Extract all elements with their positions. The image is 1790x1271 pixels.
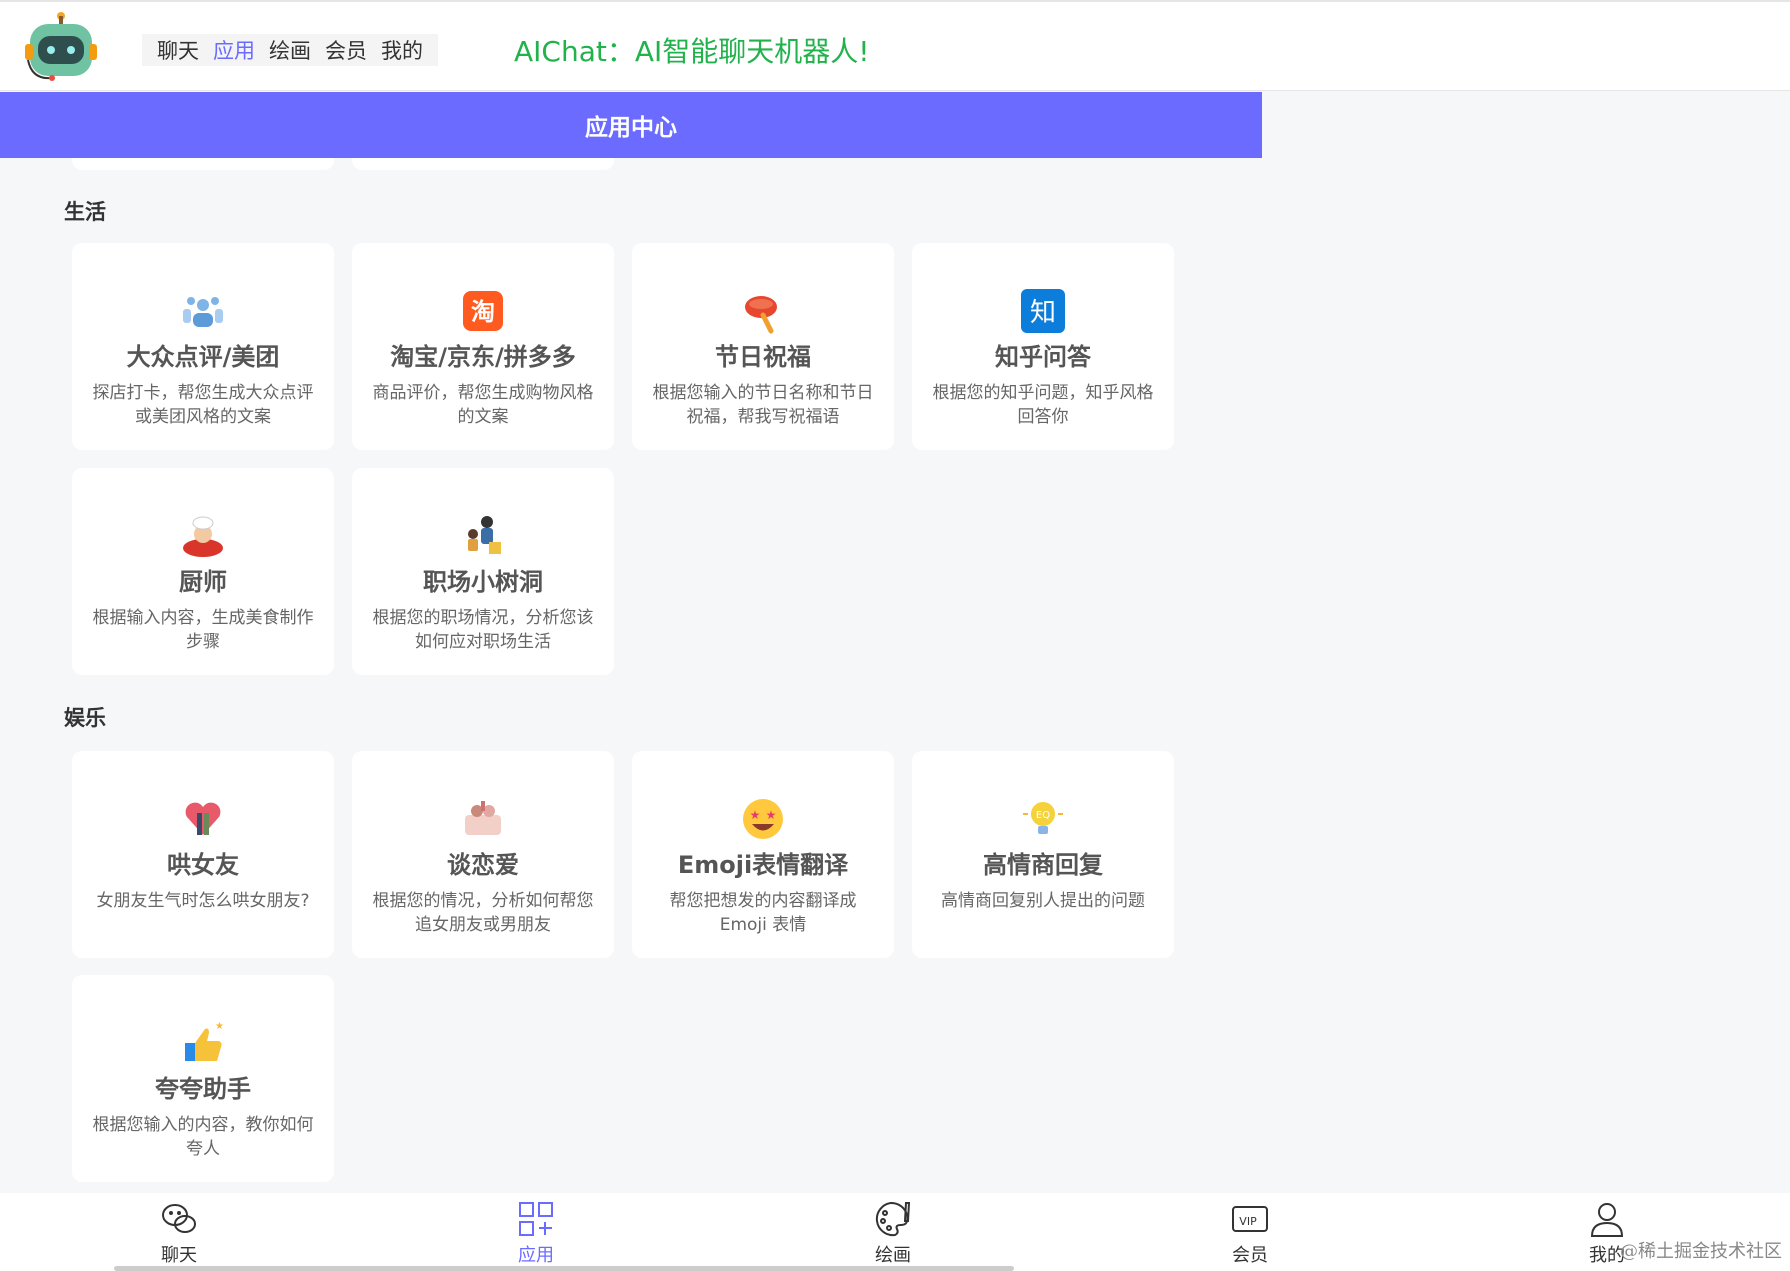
- card-desc: 帮您把想发的内容翻译成 Emoji 表情: [669, 891, 857, 935]
- dating-icon: [465, 801, 501, 835]
- card-remnant: [72, 158, 334, 170]
- card-desc: 探店打卡，帮您生成大众点评或美团风格的文案: [92, 383, 314, 427]
- app-card-dating[interactable]: 谈恋爱 根据您的情况，分析如何帮您追女朋友或男朋友: [352, 751, 614, 958]
- app-card-workplace[interactable]: 职场小树洞 根据您的职场情况，分析您该如何应对职场生活: [352, 468, 614, 675]
- app-card-chef[interactable]: 厨师 根据输入内容，生成美食制作步骤: [72, 468, 334, 675]
- svg-text:★: ★: [750, 808, 761, 822]
- app-card-emoji[interactable]: ★ ★ Emoji表情翻译 帮您把想发的内容翻译成 Emoji 表情: [632, 751, 894, 958]
- emoji-icon: ★ ★: [743, 799, 783, 839]
- card-title: 节日祝福: [715, 343, 811, 371]
- card-title: 哄女友: [167, 851, 239, 879]
- card-desc: 女朋友生气时怎么哄女朋友?: [96, 891, 310, 911]
- app-card-praise[interactable]: ★ 夸夸助手 根据您输入的内容，教你如何夸人: [72, 975, 334, 1182]
- lantern-icon: [745, 296, 777, 334]
- svg-text:EQ: EQ: [1036, 810, 1050, 821]
- top-nav: 聊天 应用 绘画 会员 我的: [142, 34, 438, 66]
- svg-text:知: 知: [1030, 298, 1056, 328]
- top-header: 聊天 应用 绘画 会员 我的 AIChat：AI智能聊天机器人!: [0, 0, 1790, 91]
- app-card-coax-girlfriend[interactable]: 哄女友 女朋友生气时怎么哄女朋友?: [72, 751, 334, 958]
- section-title-life: 生活: [64, 200, 106, 224]
- app-card-festival[interactable]: 节日祝福 根据您输入的节日名称和节日祝福，帮我写祝福语: [632, 243, 894, 450]
- card-title: 知乎问答: [995, 343, 1091, 371]
- card-desc: 根据您的知乎问题，知乎风格回答你: [932, 383, 1154, 427]
- zhihu-icon: 知: [1021, 289, 1065, 333]
- app-card-taobao[interactable]: 淘 淘宝/京东/拼多多 商品评价，帮您生成购物风格的文案: [352, 243, 614, 450]
- bulb-icon: EQ: [1023, 802, 1063, 834]
- top-nav-apps[interactable]: 应用: [213, 35, 255, 65]
- top-nav-chat[interactable]: 聊天: [157, 35, 199, 65]
- svg-text:★: ★: [215, 1021, 224, 1032]
- palette-icon: [875, 1201, 911, 1237]
- robot-logo-icon[interactable]: [22, 10, 100, 86]
- bottom-nav-member[interactable]: VIP 会员: [1210, 1199, 1290, 1267]
- taobao-icon: 淘: [463, 291, 503, 331]
- bottom-nav-label: 会员: [1232, 1245, 1268, 1266]
- review-icon: [183, 297, 223, 327]
- apps-icon: [519, 1202, 553, 1236]
- watermark: @稀土掘金技术社区: [1620, 1241, 1782, 1262]
- card-title: 厨师: [179, 568, 227, 596]
- card-desc: 根据您输入的内容，教你如何夸人: [92, 1115, 314, 1159]
- svg-text:★: ★: [766, 808, 777, 822]
- card-title: 高情商回复: [983, 851, 1103, 879]
- card-remnant: [352, 158, 614, 170]
- card-title: 谈恋爱: [447, 851, 519, 879]
- bottom-nav: 聊天 应用 绘画 VIP 会员 我的: [0, 1193, 1790, 1271]
- bottom-nav-label: 聊天: [161, 1245, 197, 1266]
- bottom-nav-label: 绘画: [875, 1245, 911, 1266]
- card-desc: 商品评价，帮您生成购物风格的文案: [372, 383, 594, 427]
- card-desc: 根据您的情况，分析如何帮您追女朋友或男朋友: [372, 891, 594, 935]
- section-title-entertainment: 娱乐: [64, 706, 106, 730]
- card-desc: 根据输入内容，生成美食制作步骤: [92, 608, 314, 652]
- card-title: 职场小树洞: [423, 568, 543, 596]
- svg-text:VIP: VIP: [1239, 1215, 1257, 1228]
- wechat-icon: [162, 1204, 196, 1233]
- card-desc: 高情商回复别人提出的问题: [941, 891, 1145, 911]
- svg-text:淘: 淘: [471, 298, 495, 326]
- card-desc: 根据您输入的节日名称和节日祝福，帮我写祝福语: [652, 383, 874, 427]
- top-nav-draw[interactable]: 绘画: [269, 35, 311, 65]
- card-title: 大众点评/美团: [126, 343, 280, 371]
- couple-icon: [185, 802, 221, 835]
- card-title: 淘宝/京东/拼多多: [390, 343, 576, 371]
- bottom-nav-draw[interactable]: 绘画: [853, 1199, 933, 1267]
- thumbs-up-icon: ★: [185, 1021, 224, 1061]
- top-nav-mine[interactable]: 我的: [381, 35, 423, 65]
- user-icon: [1590, 1203, 1624, 1237]
- page-title-banner: 应用中心: [0, 92, 1262, 158]
- card-desc: 根据您的职场情况，分析您该如何应对职场生活: [372, 608, 594, 652]
- top-nav-member[interactable]: 会员: [325, 35, 367, 65]
- slogan: AIChat：AI智能聊天机器人!: [514, 35, 870, 68]
- app-card-review[interactable]: 大众点评/美团 探店打卡，帮您生成大众点评或美团风格的文案: [72, 243, 334, 450]
- chef-icon: [183, 516, 223, 557]
- card-title: Emoji表情翻译: [677, 851, 849, 879]
- card-title: 夸夸助手: [155, 1075, 251, 1103]
- bottom-nav-chat[interactable]: 聊天: [139, 1199, 219, 1267]
- bottom-nav-apps[interactable]: 应用: [496, 1199, 576, 1267]
- app-card-zhihu[interactable]: 知 知乎问答 根据您的知乎问题，知乎风格回答你: [912, 243, 1174, 450]
- app-card-high-eq[interactable]: EQ 高情商回复 高情商回复别人提出的问题: [912, 751, 1174, 958]
- horizontal-scrollbar[interactable]: [114, 1266, 1014, 1271]
- bottom-nav-label: 应用: [518, 1245, 554, 1266]
- workplace-icon: [468, 516, 501, 554]
- vip-icon: VIP: [1232, 1206, 1268, 1232]
